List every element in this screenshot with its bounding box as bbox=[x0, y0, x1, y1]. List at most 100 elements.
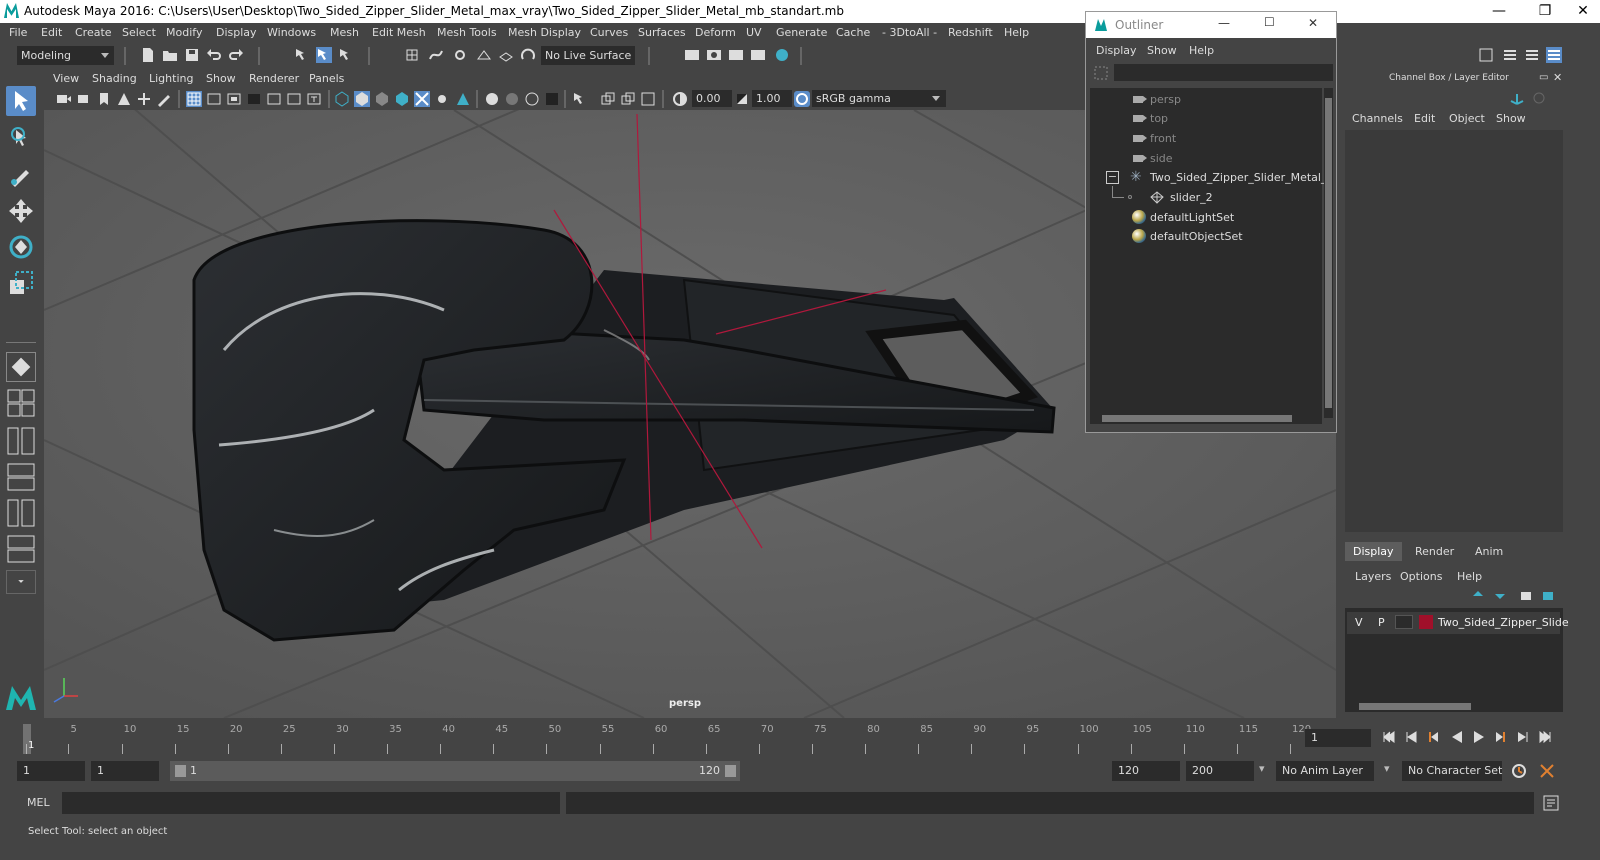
vp-menu-view[interactable]: View bbox=[53, 72, 79, 85]
xray-icon[interactable] bbox=[414, 91, 430, 107]
move-tool-icon[interactable] bbox=[6, 196, 36, 226]
use-lights-icon[interactable] bbox=[454, 91, 470, 107]
collapse-toggle[interactable]: − bbox=[1106, 171, 1119, 184]
lasso-tool-icon[interactable] bbox=[6, 124, 36, 154]
playback-end-field[interactable]: 120 bbox=[1112, 761, 1180, 781]
time-slider-track[interactable]: 1 5 10 15 20 25 30 35 40 45 50 55 60 65 70 75 80 85 90 95 10… bbox=[18, 724, 1311, 754]
close-panel-icon[interactable]: ✕ bbox=[1553, 71, 1562, 84]
safe-action-icon[interactable] bbox=[286, 91, 302, 107]
menu-surfaces[interactable]: Surfaces bbox=[638, 26, 686, 39]
ipr-render-icon[interactable] bbox=[728, 47, 744, 63]
vp-menu-show[interactable]: Show bbox=[206, 72, 236, 85]
gate-mask-icon[interactable] bbox=[246, 91, 262, 107]
menu-uv[interactable]: UV bbox=[746, 26, 762, 39]
layout-menu-icon[interactable] bbox=[6, 570, 36, 594]
default-material-icon[interactable] bbox=[374, 91, 390, 107]
anim-layer-dropdown[interactable]: No Anim Layer bbox=[1276, 761, 1374, 781]
uv-editor-layout-icon[interactable] bbox=[6, 534, 36, 564]
menu-modify[interactable]: Modify bbox=[166, 26, 202, 39]
frame-selection-icon[interactable] bbox=[640, 91, 656, 107]
outliner-menu-display[interactable]: Display bbox=[1096, 44, 1137, 57]
animation-start-field[interactable]: 1 bbox=[17, 761, 85, 781]
view-transform-dropdown[interactable]: sRGB gamma bbox=[812, 90, 946, 107]
axis-toggle-icon[interactable] bbox=[1509, 90, 1525, 106]
camera-attributes-icon[interactable] bbox=[76, 91, 92, 107]
tab-render[interactable]: Render bbox=[1407, 542, 1462, 561]
menu-3dtoall[interactable]: - 3DtoAll - bbox=[882, 26, 937, 39]
scrollbar-thumb[interactable] bbox=[1359, 703, 1471, 710]
range-handle-start[interactable] bbox=[175, 765, 186, 777]
menu-cache[interactable]: Cache bbox=[836, 26, 870, 39]
character-set-dropdown[interactable]: No Character Set bbox=[1402, 761, 1502, 781]
menu-redshift[interactable]: Redshift bbox=[948, 26, 993, 39]
open-scene-icon[interactable] bbox=[162, 47, 178, 63]
animation-end-field[interactable]: 200 bbox=[1186, 761, 1254, 781]
snap-view-plane-icon[interactable] bbox=[476, 47, 492, 63]
layer-color-swatch[interactable] bbox=[1419, 615, 1433, 629]
menu-help[interactable]: Help bbox=[1004, 26, 1029, 39]
playback-start-field[interactable]: 1 bbox=[91, 761, 159, 781]
outliner-search-input[interactable] bbox=[1114, 64, 1333, 81]
outliner-item-slider2[interactable]: slider_2 bbox=[1090, 186, 1322, 207]
textured-icon[interactable] bbox=[434, 91, 450, 107]
close-button[interactable]: ✕ bbox=[1566, 0, 1600, 23]
menu-edit[interactable]: Edit bbox=[41, 26, 62, 39]
menu-mesh[interactable]: Mesh bbox=[330, 26, 359, 39]
scrollbar-thumb[interactable] bbox=[1102, 415, 1292, 422]
cb-object-menu[interactable]: Object bbox=[1449, 112, 1485, 125]
render-view-icon[interactable] bbox=[684, 47, 700, 63]
outliner-maximize-button[interactable]: ☐ bbox=[1264, 15, 1275, 29]
cb-show-menu[interactable]: Show bbox=[1496, 112, 1526, 125]
tab-display[interactable]: Display bbox=[1345, 542, 1402, 561]
snap-point-icon[interactable] bbox=[452, 47, 468, 63]
menu-mesh-display[interactable]: Mesh Display bbox=[508, 26, 581, 39]
filter-icon[interactable] bbox=[1094, 66, 1108, 80]
select-by-component-icon[interactable] bbox=[338, 47, 354, 63]
animation-preferences-icon[interactable] bbox=[1538, 762, 1556, 780]
restore-button[interactable]: ❐ bbox=[1522, 0, 1568, 23]
xray-joints-icon[interactable] bbox=[600, 91, 616, 107]
tool-settings-icon[interactable] bbox=[1524, 47, 1540, 63]
new-layer-selected-icon[interactable] bbox=[1541, 588, 1555, 602]
resolution-gate-icon[interactable] bbox=[226, 91, 242, 107]
anim-layer-dropdown-arrow[interactable]: ▾ bbox=[1259, 762, 1265, 775]
move-layer-up-icon[interactable] bbox=[1471, 588, 1485, 602]
time-slider[interactable]: 1 5 10 15 20 25 30 35 40 45 50 55 60 65 70 75 80 85 90 95 10… bbox=[0, 720, 1600, 756]
live-surface-field[interactable]: No Live Surface bbox=[541, 46, 635, 65]
minimize-button[interactable]: — bbox=[1476, 0, 1522, 23]
menu-create[interactable]: Create bbox=[75, 26, 112, 39]
layer-type-toggle[interactable] bbox=[1395, 615, 1413, 629]
redo-icon[interactable] bbox=[228, 47, 244, 63]
vp-menu-renderer[interactable]: Renderer bbox=[249, 72, 299, 85]
play-forwards-icon[interactable] bbox=[1472, 730, 1486, 744]
channel-box-icon[interactable] bbox=[1546, 47, 1562, 63]
graph-editor-layout-icon[interactable] bbox=[6, 462, 36, 492]
motion-blur-icon[interactable] bbox=[524, 91, 540, 107]
outliner-vertical-scrollbar[interactable] bbox=[1324, 88, 1333, 418]
single-perspective-layout-icon[interactable] bbox=[6, 352, 36, 382]
menu-edit-mesh[interactable]: Edit Mesh bbox=[372, 26, 426, 39]
auto-key-icon[interactable] bbox=[1510, 762, 1528, 780]
new-scene-icon[interactable] bbox=[140, 47, 156, 63]
scale-tool-icon[interactable] bbox=[6, 268, 36, 298]
menu-select[interactable]: Select bbox=[122, 26, 156, 39]
step-forward-key-icon[interactable] bbox=[1494, 730, 1508, 744]
char-set-dropdown-arrow[interactable]: ▾ bbox=[1384, 762, 1390, 775]
go-to-end-icon[interactable] bbox=[1538, 730, 1552, 744]
step-back-icon[interactable] bbox=[1404, 730, 1418, 744]
menu-deform[interactable]: Deform bbox=[695, 26, 736, 39]
wireframe-on-shaded-icon[interactable] bbox=[394, 91, 410, 107]
modeling-toolkit-icon[interactable] bbox=[1478, 47, 1494, 63]
outliner-close-button[interactable]: ✕ bbox=[1308, 16, 1318, 30]
mel-label[interactable]: MEL bbox=[27, 796, 50, 809]
mode-selector[interactable]: Modeling bbox=[17, 46, 114, 65]
tab-anim[interactable]: Anim bbox=[1467, 542, 1511, 561]
color-management-icon[interactable] bbox=[794, 91, 810, 107]
select-by-object-icon[interactable] bbox=[316, 47, 332, 63]
smooth-shade-icon[interactable] bbox=[354, 91, 370, 107]
snap-curve-icon[interactable] bbox=[428, 47, 444, 63]
layers-menu[interactable]: Layers bbox=[1355, 570, 1391, 583]
select-tool-icon[interactable] bbox=[6, 86, 36, 116]
outliner-menu-show[interactable]: Show bbox=[1147, 44, 1177, 57]
go-to-start-icon[interactable] bbox=[1382, 730, 1396, 744]
